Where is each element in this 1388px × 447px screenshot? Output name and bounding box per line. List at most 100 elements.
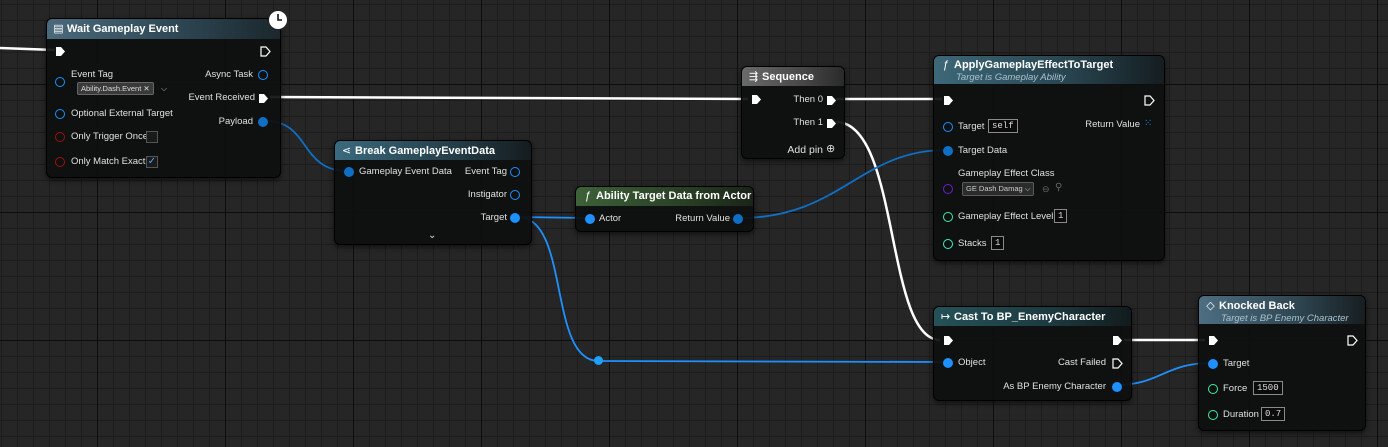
sequence-node[interactable]: ⇶ Sequence Then 0 Then 1 Add pin ⊕ — [741, 66, 845, 159]
exec-out-pin[interactable] — [260, 46, 271, 57]
add-pin-label[interactable]: Add pin — [787, 144, 823, 156]
cast-failed-label: Cast Failed — [1057, 357, 1106, 368]
node-title: Sequence — [762, 71, 814, 83]
trigger-once-checkbox[interactable] — [146, 131, 158, 143]
gameplay-event-data-pin[interactable] — [344, 167, 354, 177]
add-pin-icon[interactable]: ⊕ — [826, 144, 835, 155]
node-header[interactable]: ↦ Cast To BP_EnemyCharacter — [934, 307, 1131, 326]
wire-return-to-targetdata — [739, 149, 947, 219]
async-task-pin[interactable] — [258, 70, 268, 80]
duration-label: Duration — [1223, 409, 1259, 420]
return-value-label: Return Value — [1085, 119, 1140, 130]
effect-level-field[interactable]: 1 — [1054, 209, 1068, 223]
apply-gameplay-effect-node[interactable]: ƒ ApplyGameplayEffectToTarget Target is G… — [933, 55, 1165, 261]
match-exact-checkbox[interactable]: ✓ — [146, 156, 158, 168]
exec-out-pin[interactable] — [1112, 335, 1123, 346]
exec-in-pin[interactable] — [943, 95, 954, 106]
cast-icon: ↦ — [940, 311, 951, 323]
node-header[interactable]: ⇶ Sequence — [742, 67, 844, 86]
node-header[interactable]: ƒ Ability Target Data from Actor — [576, 187, 753, 206]
wire-exec-event-to-sequence — [269, 95, 749, 101]
target-self-field[interactable]: self — [988, 119, 1018, 133]
actor-label: Actor — [599, 213, 622, 224]
exec-in-pin[interactable] — [751, 94, 762, 105]
exec-in-pin[interactable] — [55, 46, 66, 57]
wait-gameplay-event-node[interactable]: ▤ Wait Gameplay Event Event Tag Ability.D… — [46, 18, 281, 178]
effect-class-dropdown[interactable]: GE Dash Damag ⌵ — [962, 182, 1035, 196]
target-pin[interactable] — [943, 122, 953, 132]
ability-target-data-node[interactable]: ƒ Ability Target Data from Actor Actor Re… — [575, 186, 754, 232]
target-data-pin[interactable] — [943, 146, 953, 156]
match-exact-pin[interactable] — [55, 157, 65, 167]
force-pin[interactable] — [1208, 384, 1218, 394]
browse-asset-icon[interactable]: ⊖ — [1042, 184, 1050, 194]
expand-chevron-icon[interactable]: ⌄ — [428, 231, 436, 241]
node-header[interactable]: ▤ Wait Gameplay Event — [47, 19, 280, 39]
target-label: Target — [1223, 358, 1250, 369]
reroute-knot[interactable] — [594, 356, 603, 365]
effect-class-pin[interactable] — [943, 184, 953, 194]
target-pin[interactable] — [1208, 359, 1218, 369]
exec-in-pin[interactable] — [1208, 335, 1219, 346]
search-icon[interactable]: ⚲ — [1055, 183, 1062, 193]
node-title: Ability Target Data from Actor — [596, 190, 752, 202]
event-received-pin[interactable] — [258, 93, 269, 104]
break-gameplay-event-data-node[interactable]: ⋖ Break GameplayEventData Gameplay Event … — [334, 140, 532, 245]
then1-pin[interactable] — [826, 118, 837, 129]
optional-target-pin[interactable] — [55, 109, 65, 119]
struct-return-pin[interactable]: ⁙ — [1144, 119, 1152, 129]
instigator-pin[interactable] — [510, 190, 520, 200]
event-tag-out-pin[interactable] — [510, 167, 520, 177]
as-enemy-pin[interactable] — [1112, 382, 1122, 392]
stacks-field[interactable]: 1 — [991, 236, 1005, 250]
then1-label: Then 1 — [793, 117, 823, 128]
effect-level-label: Gameplay Effect Level — [958, 211, 1054, 222]
node-header[interactable]: ƒ ApplyGameplayEffectToTarget Target is G… — [934, 56, 1164, 84]
function-icon: ƒ — [942, 59, 949, 71]
custom-event-icon: ◇ — [1206, 300, 1215, 312]
duration-field[interactable]: 0.7 — [1261, 407, 1286, 421]
effect-level-pin[interactable] — [943, 212, 953, 222]
cast-failed-pin[interactable] — [1112, 358, 1123, 369]
trigger-once-pin[interactable] — [55, 132, 65, 142]
then0-pin[interactable] — [826, 95, 837, 106]
as-enemy-label: As BP Enemy Character — [1003, 381, 1106, 392]
actor-pin[interactable] — [585, 214, 595, 224]
event-tag-value: Ability.Dash.Event — [81, 84, 142, 93]
duration-pin[interactable] — [1208, 410, 1218, 420]
effect-class-label: Gameplay Effect Class — [958, 168, 1055, 179]
cast-to-enemy-node[interactable]: ↦ Cast To BP_EnemyCharacter Object Cast F… — [933, 306, 1132, 401]
node-subtitle: Target is BP Enemy Character — [1221, 313, 1349, 324]
target-out-pin[interactable] — [510, 213, 520, 223]
event-tag-label: Event Tag — [71, 69, 114, 80]
node-title: Wait Gameplay Event — [67, 23, 179, 35]
knocked-back-node[interactable]: ◇ Knocked Back Target is BP Enemy Charact… — [1198, 295, 1366, 431]
stacks-label: Stacks — [958, 238, 987, 249]
wire-exec-then1-to-cast — [835, 120, 941, 342]
force-field[interactable]: 1500 — [1253, 381, 1283, 395]
chevron-down-icon[interactable]: ⌵ — [161, 84, 167, 94]
optional-target-label: Optional External Target — [71, 108, 173, 119]
exec-out-pin[interactable] — [1347, 335, 1358, 346]
event-tag-pin[interactable] — [55, 77, 65, 87]
payload-pin[interactable] — [258, 117, 268, 127]
node-header[interactable]: ⋖ Break GameplayEventData — [335, 141, 531, 160]
target-out-label: Target — [480, 212, 507, 223]
async-task-label: Async Task — [205, 69, 253, 80]
stacks-pin[interactable] — [943, 239, 953, 249]
dropdown-chevron-icon: ⌵ — [1024, 184, 1031, 193]
match-exact-label: Only Match Exact — [71, 156, 146, 167]
instigator-label: Instigator — [467, 189, 507, 200]
node-title: Knocked Back — [1219, 300, 1295, 312]
return-value-pin[interactable] — [733, 214, 743, 224]
object-pin[interactable] — [943, 358, 953, 368]
return-value-label: Return Value — [675, 213, 730, 224]
remove-tag-icon[interactable]: ✕ — [143, 84, 149, 93]
wire-reroute-to-object — [597, 360, 947, 363]
event-tag-out-label: Event Tag — [464, 166, 507, 177]
node-header[interactable]: ◇ Knocked Back Target is BP Enemy Charact… — [1199, 296, 1365, 324]
sequence-icon: ⇶ — [748, 71, 759, 83]
exec-out-pin[interactable] — [1144, 95, 1155, 106]
event-tag-chip[interactable]: Ability.Dash.Event ✕ — [77, 82, 154, 95]
exec-in-pin[interactable] — [943, 335, 954, 346]
